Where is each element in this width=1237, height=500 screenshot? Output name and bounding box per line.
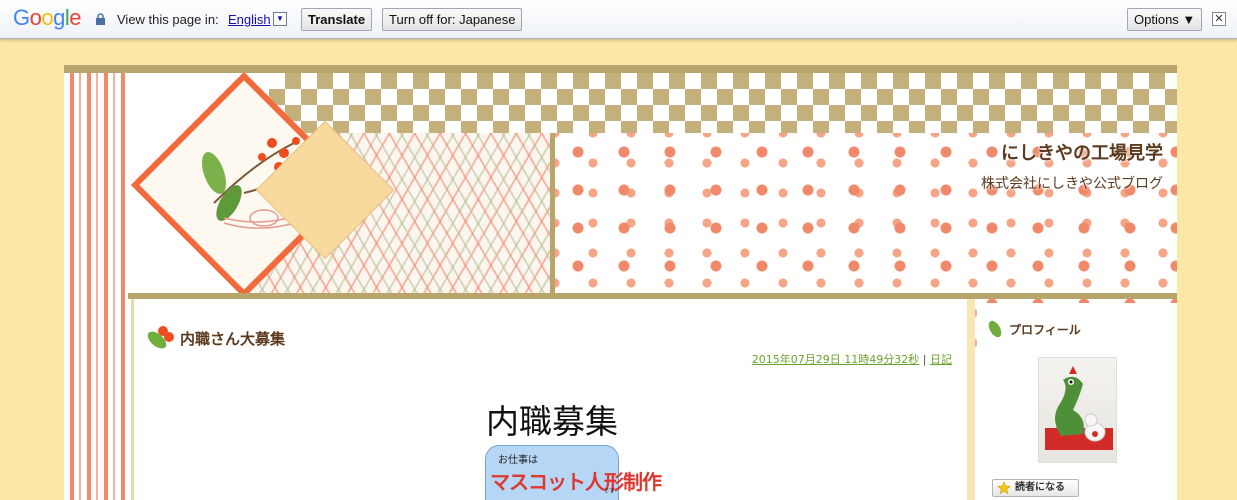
entry-meta: 2015年07月29日 11時49分32秒 | 日記 [752, 351, 952, 367]
lock-icon [96, 13, 105, 25]
language-link[interactable]: English [228, 12, 271, 27]
options-button[interactable]: Options ▼ [1127, 8, 1203, 31]
entry-heading: 内職募集 [486, 402, 618, 441]
entry-title[interactable]: 内職さん大募集 [180, 328, 285, 349]
logo-letter: o [41, 5, 54, 30]
reader-button[interactable]: 読者になる [992, 479, 1079, 497]
translate-bar: Google View this page in: English ▼ Tran… [0, 0, 1237, 39]
leaf-berry-icon [147, 326, 174, 349]
entry-category-link[interactable]: 日記 [930, 353, 952, 366]
banner-tiny-text: です [602, 488, 615, 495]
turn-off-button[interactable]: Turn off for: Japanese [382, 8, 523, 31]
banner-big-text: マスコット人形制作 [490, 470, 662, 494]
star-icon [997, 481, 1011, 495]
logo-letter: g [53, 5, 65, 30]
blog-page: にしきやの工場見学 株式会社にしきや公式ブログ 内職さん大募集 2015年07月… [64, 65, 1177, 500]
main-content: 内職さん大募集 2015年07月29日 11時49分32秒 | 日記 内職募集 … [131, 299, 967, 500]
entry-date-link[interactable]: 2015年07月29日 11時49分32秒 [752, 353, 919, 366]
profile-title: プロフィール [1009, 323, 1081, 337]
logo-letter: o [29, 5, 42, 30]
leaf-icon [988, 320, 1002, 338]
profile-image[interactable] [1038, 357, 1117, 463]
language-dropdown-icon[interactable]: ▼ [273, 12, 287, 26]
stripe-decoration [64, 65, 128, 500]
close-icon[interactable]: ✕ [1212, 12, 1226, 26]
mascot-banner-image: お仕事は マスコット人形制作 です [485, 445, 662, 500]
dragon-figure-icon [1045, 366, 1113, 450]
blog-title[interactable]: にしきやの工場見学 [981, 139, 1163, 165]
google-logo: Google [13, 5, 82, 31]
reader-button-label: 読者になる [1015, 482, 1065, 493]
content-shadow [967, 299, 975, 500]
meta-separator: | [919, 353, 930, 366]
view-page-in-label: View this page in: [117, 12, 219, 27]
top-band [64, 65, 1177, 73]
translate-button[interactable]: Translate [301, 8, 373, 31]
blog-subtitle: 株式会社にしきや公式ブログ [981, 176, 1163, 192]
sidebar: プロフィール 読者になる [977, 303, 1177, 500]
blog-title-area: にしきやの工場見学 株式会社にしきや公式ブログ [981, 139, 1163, 193]
banner-small-text: お仕事は [498, 455, 538, 466]
logo-letter: e [69, 5, 82, 30]
checker-pattern [269, 73, 1177, 133]
logo-letter: G [13, 5, 30, 30]
